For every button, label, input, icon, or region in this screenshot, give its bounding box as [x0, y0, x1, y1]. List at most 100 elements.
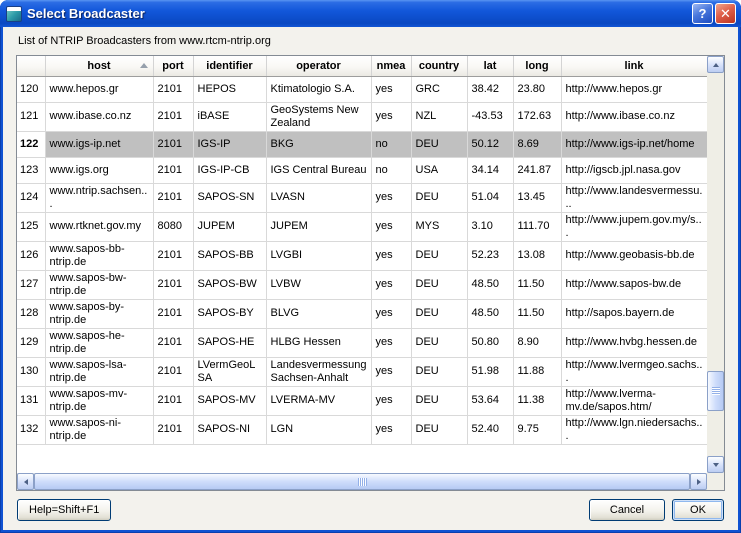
- table-row[interactable]: 127www.sapos-bw-ntrip.de2101SAPOS-BWLVBW…: [17, 270, 707, 299]
- table-row[interactable]: 131www.sapos-mv-ntrip.de2101SAPOS-MVLVER…: [17, 386, 707, 415]
- cell-host[interactable]: www.sapos-mv-ntrip.de: [45, 386, 153, 415]
- cell-link[interactable]: http://www.ibase.co.nz: [561, 102, 707, 131]
- cell-nmea[interactable]: yes: [371, 102, 411, 131]
- cell-country[interactable]: DEU: [411, 415, 467, 444]
- scroll-left-button[interactable]: [17, 473, 34, 490]
- table-row[interactable]: 126www.sapos-bb-ntrip.de2101SAPOS-BBLVGB…: [17, 241, 707, 270]
- cell-port[interactable]: 2101: [153, 157, 193, 183]
- cell-operator[interactable]: LVERMA-MV: [266, 386, 371, 415]
- cell-country[interactable]: NZL: [411, 102, 467, 131]
- cell-host[interactable]: www.sapos-by-ntrip.de: [45, 299, 153, 328]
- cell-operator[interactable]: IGS Central Bureau: [266, 157, 371, 183]
- horizontal-scrollbar[interactable]: [17, 473, 707, 490]
- cell-lat[interactable]: 34.14: [467, 157, 513, 183]
- cell-lat[interactable]: 51.98: [467, 357, 513, 386]
- help-button[interactable]: Help=Shift+F1: [17, 499, 111, 521]
- cell-long[interactable]: 8.69: [513, 131, 561, 157]
- row-number-cell[interactable]: 126: [17, 241, 45, 270]
- cell-country[interactable]: DEU: [411, 183, 467, 212]
- cell-host[interactable]: www.igs.org: [45, 157, 153, 183]
- cell-link[interactable]: http://www.landesvermessu...: [561, 183, 707, 212]
- cell-nmea[interactable]: yes: [371, 328, 411, 357]
- table-row[interactable]: 123www.igs.org2101IGS-IP-CBIGS Central B…: [17, 157, 707, 183]
- table-row[interactable]: 120www.hepos.gr2101HEPOSKtimatologio S.A…: [17, 76, 707, 102]
- row-number-cell[interactable]: 121: [17, 102, 45, 131]
- cell-country[interactable]: DEU: [411, 241, 467, 270]
- cell-lat[interactable]: 53.64: [467, 386, 513, 415]
- cell-long[interactable]: 11.50: [513, 270, 561, 299]
- cell-identifier[interactable]: SAPOS-MV: [193, 386, 266, 415]
- cell-port[interactable]: 2101: [153, 102, 193, 131]
- cell-link[interactable]: http://www.igs-ip.net/home: [561, 131, 707, 157]
- cell-link[interactable]: http://www.lvermgeo.sachs...: [561, 357, 707, 386]
- scroll-right-button[interactable]: [690, 473, 707, 490]
- cell-nmea[interactable]: yes: [371, 76, 411, 102]
- cell-long[interactable]: 9.75: [513, 415, 561, 444]
- cell-country[interactable]: DEU: [411, 386, 467, 415]
- col-header-long[interactable]: long: [513, 56, 561, 76]
- cell-host[interactable]: www.sapos-he-ntrip.de: [45, 328, 153, 357]
- row-number-cell[interactable]: 122: [17, 131, 45, 157]
- cell-host[interactable]: www.igs-ip.net: [45, 131, 153, 157]
- cell-identifier[interactable]: IGS-IP-CB: [193, 157, 266, 183]
- cell-port[interactable]: 2101: [153, 357, 193, 386]
- cell-long[interactable]: 13.45: [513, 183, 561, 212]
- col-header-operator[interactable]: operator: [266, 56, 371, 76]
- cell-operator[interactable]: HLBG Hessen: [266, 328, 371, 357]
- cell-lat[interactable]: 52.40: [467, 415, 513, 444]
- cell-link[interactable]: http://www.geobasis-bb.de: [561, 241, 707, 270]
- table-row[interactable]: 125www.rtknet.gov.my8080JUPEMJUPEMyesMYS…: [17, 212, 707, 241]
- row-number-cell[interactable]: 128: [17, 299, 45, 328]
- cell-nmea[interactable]: yes: [371, 415, 411, 444]
- cell-port[interactable]: 2101: [153, 131, 193, 157]
- cell-port[interactable]: 2101: [153, 183, 193, 212]
- cell-operator[interactable]: Ktimatologio S.A.: [266, 76, 371, 102]
- col-header-link[interactable]: link: [561, 56, 707, 76]
- cell-nmea[interactable]: no: [371, 157, 411, 183]
- cell-country[interactable]: DEU: [411, 270, 467, 299]
- cell-operator[interactable]: LVBW: [266, 270, 371, 299]
- cell-port[interactable]: 2101: [153, 76, 193, 102]
- table-row[interactable]: 128www.sapos-by-ntrip.de2101SAPOS-BYBLVG…: [17, 299, 707, 328]
- cell-nmea[interactable]: yes: [371, 386, 411, 415]
- cell-identifier[interactable]: SAPOS-HE: [193, 328, 266, 357]
- cell-long[interactable]: 241.87: [513, 157, 561, 183]
- cell-country[interactable]: USA: [411, 157, 467, 183]
- cell-operator[interactable]: JUPEM: [266, 212, 371, 241]
- cell-long[interactable]: 11.88: [513, 357, 561, 386]
- table-row[interactable]: 129www.sapos-he-ntrip.de2101SAPOS-HEHLBG…: [17, 328, 707, 357]
- cell-country[interactable]: MYS: [411, 212, 467, 241]
- cell-country[interactable]: GRC: [411, 76, 467, 102]
- title-bar[interactable]: Select Broadcaster ? ✕: [0, 0, 741, 27]
- cell-nmea[interactable]: yes: [371, 357, 411, 386]
- cell-link[interactable]: http://sapos.bayern.de: [561, 299, 707, 328]
- cell-operator[interactable]: LGN: [266, 415, 371, 444]
- cell-host[interactable]: www.rtknet.gov.my: [45, 212, 153, 241]
- cell-port[interactable]: 2101: [153, 328, 193, 357]
- row-number-cell[interactable]: 132: [17, 415, 45, 444]
- cell-port[interactable]: 2101: [153, 270, 193, 299]
- vertical-scrollbar-track[interactable]: [707, 73, 724, 456]
- ok-button[interactable]: OK: [672, 499, 724, 521]
- cell-operator[interactable]: BLVG: [266, 299, 371, 328]
- cell-lat[interactable]: 38.42: [467, 76, 513, 102]
- cell-identifier[interactable]: SAPOS-BB: [193, 241, 266, 270]
- cell-lat[interactable]: 51.04: [467, 183, 513, 212]
- cell-nmea[interactable]: yes: [371, 183, 411, 212]
- row-number-cell[interactable]: 124: [17, 183, 45, 212]
- cell-long[interactable]: 11.38: [513, 386, 561, 415]
- cell-host[interactable]: www.ntrip.sachsen...: [45, 183, 153, 212]
- cell-identifier[interactable]: LVermGeoLSA: [193, 357, 266, 386]
- table-row[interactable]: 124www.ntrip.sachsen...2101SAPOS-SNLVASN…: [17, 183, 707, 212]
- horizontal-scrollbar-thumb[interactable]: [34, 473, 690, 490]
- cell-operator[interactable]: LVGBI: [266, 241, 371, 270]
- cell-lat[interactable]: 48.50: [467, 299, 513, 328]
- cell-identifier[interactable]: HEPOS: [193, 76, 266, 102]
- cancel-button[interactable]: Cancel: [589, 499, 665, 521]
- cell-long[interactable]: 11.50: [513, 299, 561, 328]
- cell-link[interactable]: http://www.hepos.gr: [561, 76, 707, 102]
- cell-long[interactable]: 13.08: [513, 241, 561, 270]
- cell-long[interactable]: 172.63: [513, 102, 561, 131]
- cell-port[interactable]: 2101: [153, 386, 193, 415]
- cell-nmea[interactable]: yes: [371, 270, 411, 299]
